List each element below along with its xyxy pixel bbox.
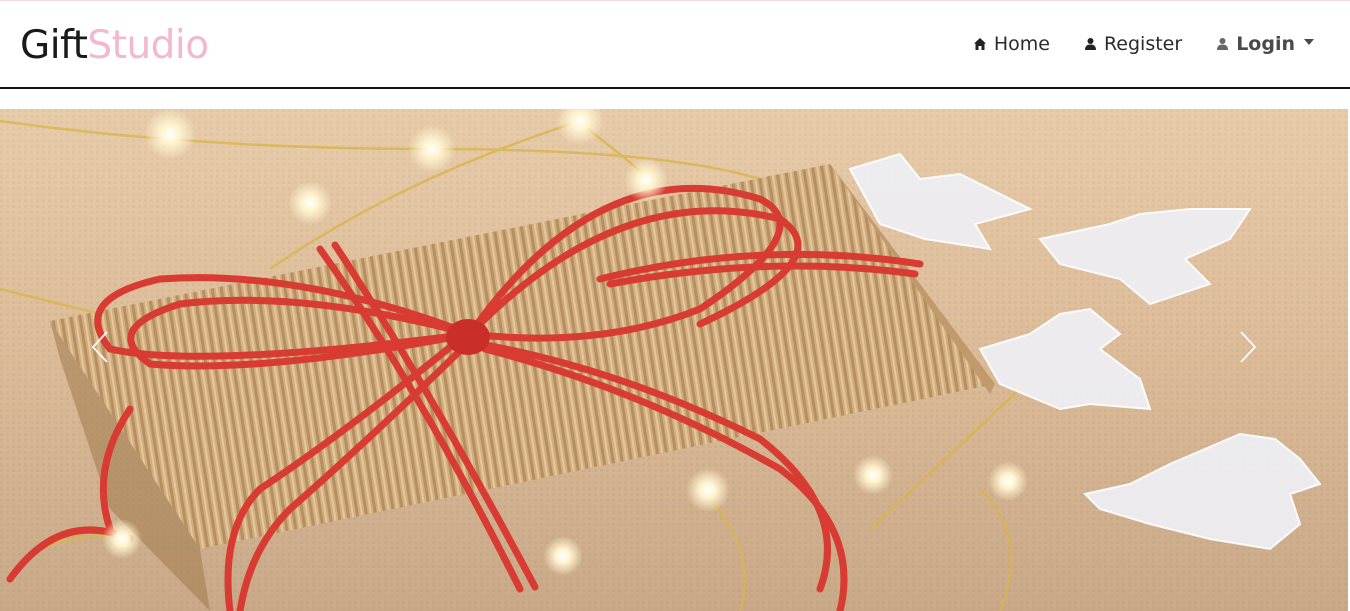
brand-logo[interactable]: GiftStudio — [20, 25, 209, 67]
nav-register-label: Register — [1103, 33, 1183, 55]
person-icon — [1216, 37, 1229, 51]
brand-part-studio: Studio — [87, 23, 209, 68]
person-icon — [1084, 37, 1097, 51]
hero-carousel — [0, 109, 1348, 611]
house-icon — [973, 37, 987, 51]
carousel-prev-button[interactable] — [70, 309, 130, 389]
nav-login-dropdown[interactable]: Login — [1216, 33, 1314, 55]
carousel-next-button[interactable] — [1218, 309, 1278, 389]
nav-home-label: Home — [993, 33, 1050, 55]
nav-login-label: Login — [1236, 33, 1295, 55]
nav-home[interactable]: Home — [973, 33, 1050, 55]
main-nav: Home Register Login — [973, 33, 1314, 55]
brand-part-gift: Gift — [20, 23, 88, 68]
navbar: GiftStudio Home Register Login — [0, 1, 1350, 89]
spacer — [0, 89, 1350, 109]
chevron-left-icon — [90, 330, 110, 369]
chevron-right-icon — [1238, 330, 1258, 369]
caret-down-icon — [1304, 39, 1314, 45]
nav-register[interactable]: Register — [1084, 33, 1182, 55]
carousel-slide-image — [0, 109, 1348, 611]
